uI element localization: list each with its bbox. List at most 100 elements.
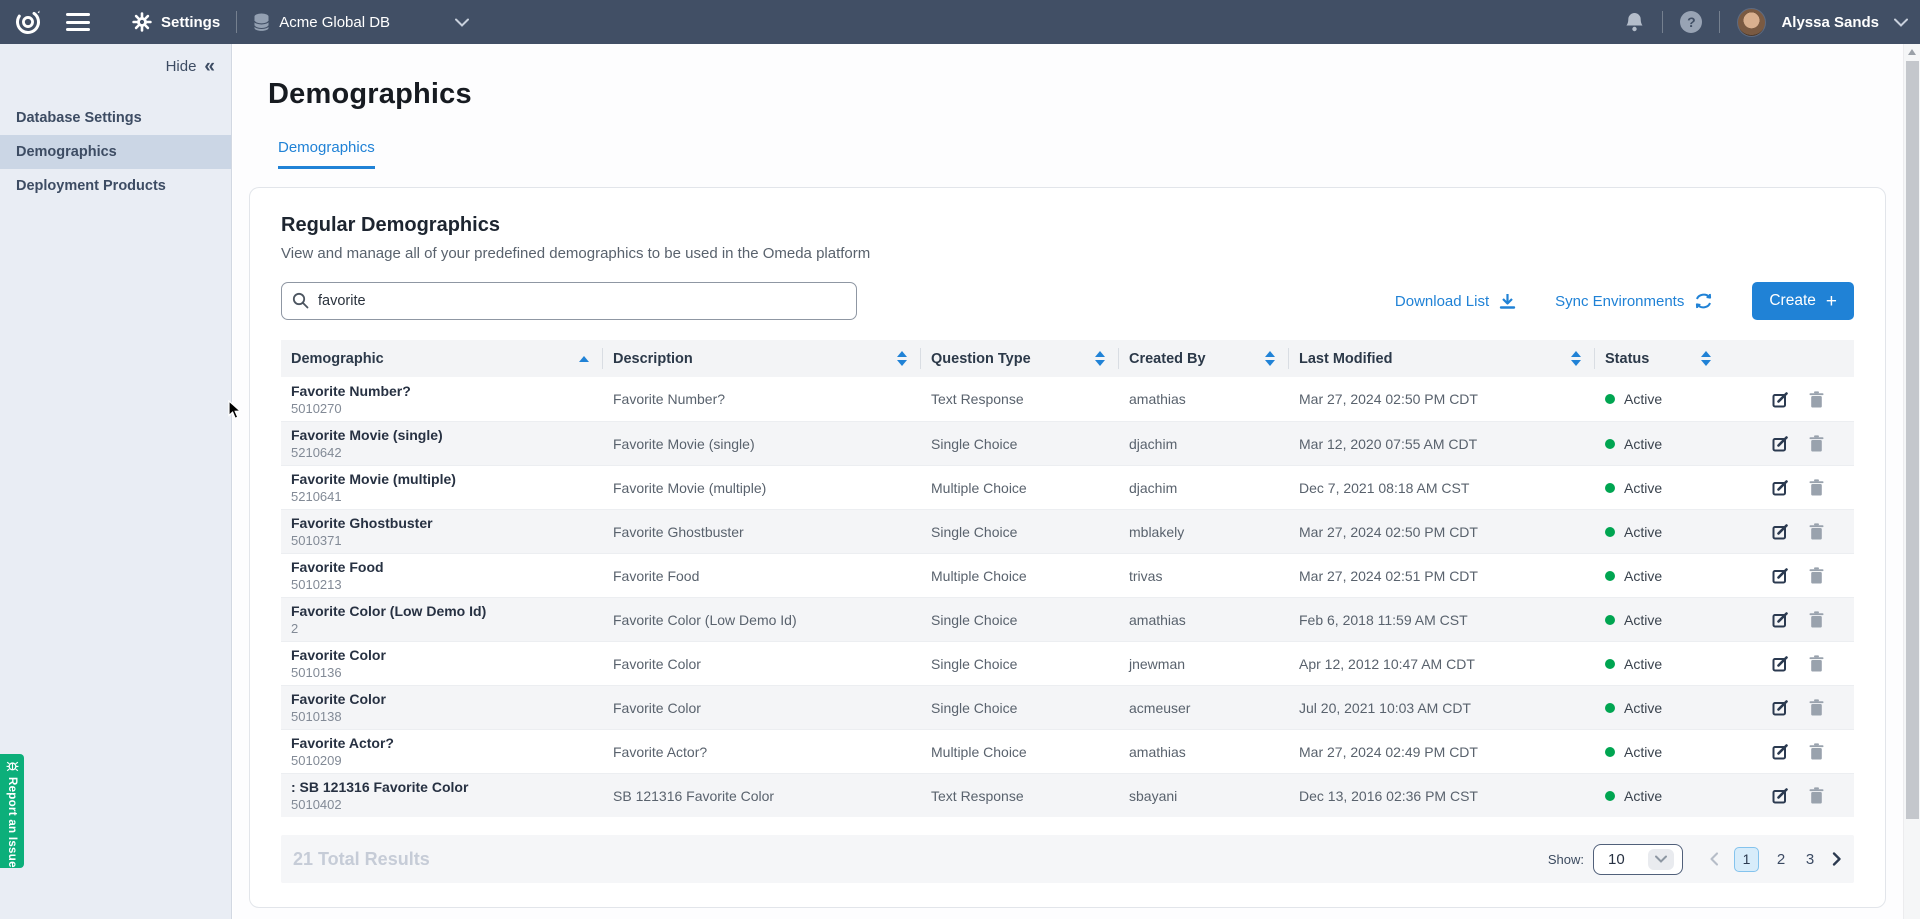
prev-page-icon[interactable] xyxy=(1709,852,1719,866)
cell-question-type: Multiple Choice xyxy=(921,563,1119,589)
cell-status: Active xyxy=(1595,695,1725,721)
table-row: Favorite Number? 5010270 Favorite Number… xyxy=(281,377,1854,421)
delete-icon[interactable] xyxy=(1809,479,1824,496)
database-name: Acme Global DB xyxy=(279,14,390,31)
page-button-3[interactable]: 3 xyxy=(1803,851,1817,868)
cell-last-modified: Jul 20, 2021 10:03 AM CDT xyxy=(1289,695,1595,721)
avatar[interactable] xyxy=(1737,8,1766,37)
hide-label: Hide xyxy=(166,58,197,75)
hamburger-menu-icon[interactable] xyxy=(66,13,90,31)
delete-icon[interactable] xyxy=(1809,391,1824,408)
topbar-divider xyxy=(1662,11,1663,33)
next-page-icon[interactable] xyxy=(1832,852,1842,866)
page-size-select[interactable]: 10 xyxy=(1593,844,1683,875)
tab-demographics[interactable]: Demographics xyxy=(278,139,375,169)
select-chevron-icon xyxy=(1648,849,1674,870)
edit-icon[interactable] xyxy=(1772,523,1789,540)
sort-icon[interactable] xyxy=(1571,351,1581,366)
sidebar-item-demographics[interactable]: Demographics xyxy=(0,135,231,169)
edit-icon[interactable] xyxy=(1772,699,1789,716)
status-label: Active xyxy=(1624,391,1662,407)
table-header-row: Demographic Description Question Type Cr… xyxy=(281,340,1854,377)
help-icon[interactable]: ? xyxy=(1680,11,1702,33)
report-an-issue-button[interactable]: Report an Issue xyxy=(0,754,24,868)
search-input[interactable] xyxy=(281,282,857,320)
cell-status: Active xyxy=(1595,431,1725,457)
sort-icon[interactable] xyxy=(897,351,907,366)
column-header[interactable]: Created By xyxy=(1119,340,1289,377)
sort-icon[interactable] xyxy=(579,356,589,362)
sort-icon[interactable] xyxy=(1095,351,1105,366)
topbar-divider xyxy=(236,11,237,33)
delete-icon[interactable] xyxy=(1809,567,1824,584)
edit-icon[interactable] xyxy=(1772,611,1789,628)
status-label: Active xyxy=(1624,700,1662,716)
column-header[interactable]: Demographic xyxy=(281,340,603,377)
column-header[interactable]: Status xyxy=(1595,340,1725,377)
delete-icon[interactable] xyxy=(1809,743,1824,760)
cell-demographic: Favorite Ghostbuster 5010371 xyxy=(281,510,603,553)
edit-icon[interactable] xyxy=(1772,479,1789,496)
sort-icon[interactable] xyxy=(1701,351,1711,366)
cell-demographic: Favorite Number? 5010270 xyxy=(281,378,603,421)
sync-environments-button[interactable]: Sync Environments xyxy=(1555,292,1714,310)
settings-app[interactable]: Settings xyxy=(132,12,220,32)
edit-icon[interactable] xyxy=(1772,655,1789,672)
delete-icon[interactable] xyxy=(1809,523,1824,540)
sidebar-item-deployment-products[interactable]: Deployment Products xyxy=(0,169,231,203)
demographic-name: Favorite Ghostbuster xyxy=(291,515,589,531)
database-selector[interactable]: Acme Global DB xyxy=(253,13,469,32)
demographic-id: 5010270 xyxy=(291,401,589,416)
edit-icon[interactable] xyxy=(1772,787,1789,804)
cell-last-modified: Mar 27, 2024 02:51 PM CDT xyxy=(1289,563,1595,589)
table-row: : SB 121316 Favorite Color 5010402 SB 12… xyxy=(281,773,1854,817)
delete-icon[interactable] xyxy=(1809,787,1824,804)
delete-icon[interactable] xyxy=(1809,435,1824,452)
edit-icon[interactable] xyxy=(1772,391,1789,408)
cell-description: SB 121316 Favorite Color xyxy=(603,783,921,809)
omeda-logo-icon[interactable] xyxy=(14,8,42,36)
cell-status: Active xyxy=(1595,519,1725,545)
scrollbar-up-arrow[interactable] xyxy=(1904,44,1920,60)
scrollbar-thumb[interactable] xyxy=(1906,61,1919,819)
edit-icon[interactable] xyxy=(1772,743,1789,760)
column-header[interactable]: Last Modified xyxy=(1289,340,1595,377)
create-button[interactable]: Create + xyxy=(1752,282,1854,320)
cell-description: Favorite Movie (multiple) xyxy=(603,475,921,501)
delete-icon[interactable] xyxy=(1809,699,1824,716)
download-list-button[interactable]: Download List xyxy=(1395,292,1517,310)
bug-icon xyxy=(6,759,19,772)
column-header[interactable]: Description xyxy=(603,340,921,377)
user-menu-chevron-icon[interactable] xyxy=(1894,18,1908,27)
delete-icon[interactable] xyxy=(1809,655,1824,672)
page-title: Demographics xyxy=(268,78,1903,111)
page-button-1[interactable]: 1 xyxy=(1734,847,1759,872)
topbar-divider xyxy=(1719,11,1720,33)
sidebar-hide-button[interactable]: Hide « xyxy=(0,44,231,101)
total-results: 21 Total Results xyxy=(293,849,430,870)
cell-created-by: amathias xyxy=(1119,607,1289,633)
cell-status: Active xyxy=(1595,651,1725,677)
column-header[interactable]: Question Type xyxy=(921,340,1119,377)
notifications-bell-icon[interactable] xyxy=(1624,11,1645,33)
page-size-group: Show: 10 xyxy=(1548,844,1683,875)
table-body: Favorite Number? 5010270 Favorite Number… xyxy=(281,377,1854,817)
cell-actions xyxy=(1725,386,1854,413)
table-footer: 21 Total Results Show: 10 1 xyxy=(281,835,1854,883)
cell-actions xyxy=(1725,430,1854,457)
table-row: Favorite Movie (single) 5210642 Favorite… xyxy=(281,421,1854,465)
demographic-id: 5010213 xyxy=(291,577,589,592)
vertical-scrollbar[interactable] xyxy=(1903,44,1920,919)
sidebar-item-database-settings[interactable]: Database Settings xyxy=(0,101,231,135)
cell-created-by: djachim xyxy=(1119,475,1289,501)
cell-actions xyxy=(1725,518,1854,545)
page-button-2[interactable]: 2 xyxy=(1774,851,1788,868)
sort-icon[interactable] xyxy=(1265,351,1275,366)
edit-icon[interactable] xyxy=(1772,567,1789,584)
cell-question-type: Single Choice xyxy=(921,607,1119,633)
cell-question-type: Text Response xyxy=(921,386,1119,412)
cell-description: Favorite Color (Low Demo Id) xyxy=(603,607,921,633)
cell-created-by: amathias xyxy=(1119,386,1289,412)
edit-icon[interactable] xyxy=(1772,435,1789,452)
delete-icon[interactable] xyxy=(1809,611,1824,628)
